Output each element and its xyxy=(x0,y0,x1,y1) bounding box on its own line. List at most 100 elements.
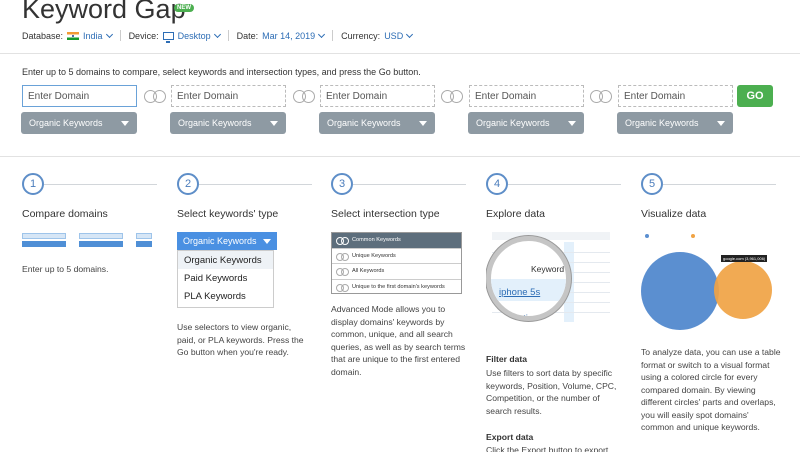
divider xyxy=(119,30,121,41)
keyword-type-dropdown-illustration: Organic Keywords xyxy=(177,232,277,250)
chevron-down-icon xyxy=(318,30,326,38)
keyword-type-select-1[interactable]: Organic Keywords xyxy=(21,112,137,134)
keyword-type-options: Organic Keywords Paid Keywords PLA Keywo… xyxy=(177,250,274,308)
intersection-type-icon[interactable] xyxy=(293,90,315,103)
lens-keyword-header: Keyword xyxy=(531,264,565,274)
keyword-type-select-4[interactable]: Organic Keywords xyxy=(468,112,584,134)
database-value[interactable]: India xyxy=(83,31,103,41)
keyword-type-value: Organic Keywords xyxy=(476,118,550,128)
mini-input xyxy=(22,233,66,239)
mini-input xyxy=(79,233,123,239)
device-label: Device: xyxy=(128,30,159,41)
divider xyxy=(332,30,334,41)
step-title: Compare domains xyxy=(22,208,108,220)
domain-input-4[interactable] xyxy=(469,85,584,107)
option-paid: Paid Keywords xyxy=(184,272,248,284)
intersection-type-icon[interactable] xyxy=(144,90,166,103)
intersection-options-illustration: Common Keywords Unique Keywords All Keyw… xyxy=(331,232,462,294)
filter-data-heading: Filter data xyxy=(486,354,528,364)
database-label: Database: xyxy=(22,30,64,41)
go-button[interactable]: GO xyxy=(737,85,773,107)
step-number: 1 xyxy=(22,173,44,195)
step-connector xyxy=(353,184,466,185)
option-pla: PLA Keywords xyxy=(184,290,246,302)
option-label: All Keywords xyxy=(352,268,385,275)
page-title: Keyword Gap xyxy=(22,0,186,24)
currency-filter[interactable]: Currency: USD xyxy=(341,30,414,41)
caret-down-icon xyxy=(717,121,725,126)
filter-data-text: Use filters to sort data by specific key… xyxy=(486,368,617,416)
circle-tooltip: google.com (3,961,006) xyxy=(721,255,768,262)
option-label: Unique to the first domain's keywords xyxy=(352,284,445,291)
option-unique-first: Unique to the first domain's keywords xyxy=(332,280,461,296)
caret-down-icon xyxy=(263,239,271,244)
divider xyxy=(227,30,229,41)
chevron-down-icon xyxy=(105,30,113,38)
export-data-text: Click the Export button to export xyxy=(486,445,609,452)
venn-diagram-illustration: google.com (3,961,006) xyxy=(641,230,791,342)
option-common: Common Keywords xyxy=(332,233,461,249)
currency-label: Currency: xyxy=(341,30,381,41)
domain-inputs-illustration xyxy=(22,233,152,249)
keyword-type-value: Organic Keywords xyxy=(625,118,699,128)
page-header: Keyword Gap NEW Database: India Device: … xyxy=(0,0,800,54)
device-value[interactable]: Desktop xyxy=(178,31,211,41)
step-title: Visualize data xyxy=(641,208,707,220)
caret-down-icon xyxy=(419,121,427,126)
step-connector xyxy=(508,184,621,185)
database-filter[interactable]: Database: India xyxy=(22,30,113,41)
step-description: To analyze data, you can use a table for… xyxy=(641,347,781,432)
step-title: Select keywords' type xyxy=(177,208,279,220)
data-table-illustration: Keyword iphone 5s playstation 4 xyxy=(486,230,616,325)
date-label: Date: xyxy=(236,30,259,41)
currency-value[interactable]: USD xyxy=(384,31,403,41)
option-label: Unique Keywords xyxy=(352,252,396,259)
export-data-heading: Export data xyxy=(486,432,534,442)
filters-bar: Database: India Device: Desktop Date: Ma… xyxy=(22,30,414,43)
mini-input xyxy=(136,233,152,239)
date-filter[interactable]: Date: Mar 14, 2019 xyxy=(236,30,326,41)
step-title: Select intersection type xyxy=(331,208,440,220)
device-filter[interactable]: Device: Desktop xyxy=(128,30,221,43)
keyword-type-value: Organic Keywords xyxy=(327,118,401,128)
caret-down-icon xyxy=(270,121,278,126)
intersection-type-icon[interactable] xyxy=(441,90,463,103)
keyword-type-value: Organic Keywords xyxy=(29,118,103,128)
step-description: Enter up to 5 domains. xyxy=(22,264,109,274)
chevron-down-icon xyxy=(406,30,414,38)
step-connector xyxy=(663,184,776,185)
date-value[interactable]: Mar 14, 2019 xyxy=(262,31,315,41)
lens-keyword-1: iphone 5s xyxy=(499,287,541,298)
new-badge: NEW xyxy=(174,4,194,12)
venn-icon xyxy=(336,237,350,245)
option-organic: Organic Keywords xyxy=(178,251,273,269)
india-flag-icon xyxy=(67,31,80,40)
domain-input-1[interactable] xyxy=(22,85,137,107)
keyword-type-select-5[interactable]: Organic Keywords xyxy=(617,112,733,134)
domain-circle-orange xyxy=(714,261,772,319)
step-connector xyxy=(44,184,157,185)
keyword-type-select-2[interactable]: Organic Keywords xyxy=(170,112,286,134)
option-all: All Keywords xyxy=(332,264,461,280)
domain-input-5[interactable] xyxy=(618,85,733,107)
domain-input-3[interactable] xyxy=(320,85,435,107)
intersection-type-icon[interactable] xyxy=(590,90,612,103)
keyword-type-value: Organic Keywords xyxy=(178,118,252,128)
step-number: 3 xyxy=(331,173,353,195)
venn-icon xyxy=(336,268,350,276)
step-title: Explore data xyxy=(486,208,545,220)
step-description: Advanced Mode allows you to display doma… xyxy=(331,304,466,377)
step-number: 5 xyxy=(641,173,663,195)
mini-select xyxy=(79,241,123,247)
domain-circle-blue xyxy=(641,252,719,330)
magnifier-icon: Keyword iphone 5s playstation 4 xyxy=(486,236,571,321)
caret-down-icon xyxy=(568,121,576,126)
mini-table-header xyxy=(492,232,610,240)
keyword-type-select-3[interactable]: Organic Keywords xyxy=(319,112,435,134)
step-number: 4 xyxy=(486,173,508,195)
step-connector xyxy=(199,184,312,185)
step-description: Use selectors to view organic, paid, or … xyxy=(177,322,304,357)
legend-item xyxy=(645,233,651,238)
legend-item xyxy=(691,233,697,238)
domain-input-2[interactable] xyxy=(171,85,286,107)
